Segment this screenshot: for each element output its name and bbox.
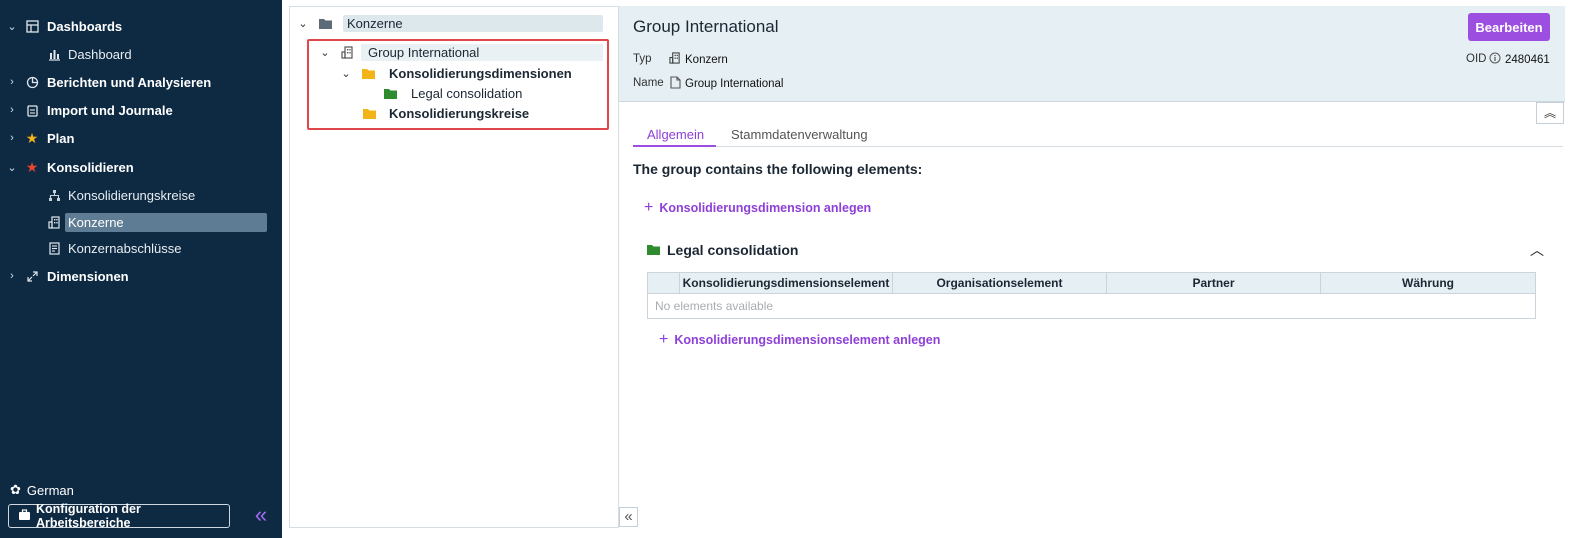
plus-icon: +	[659, 331, 669, 348]
collapse-sidebar-button[interactable]: «	[250, 504, 272, 528]
tab-allgemein[interactable]: Allgemein	[647, 127, 704, 142]
section-heading: The group contains the following element…	[633, 161, 923, 177]
grid-icon	[24, 18, 40, 34]
chevron-up-icon[interactable]: ︿	[1530, 240, 1544, 260]
chevron-right-icon: ›	[10, 104, 14, 116]
name-label: Name	[633, 77, 664, 89]
sidebar-item-label: Dashboards	[47, 18, 123, 34]
sidebar-item-label: Import und Journale	[47, 102, 173, 118]
building-icon	[669, 52, 681, 67]
sidebar-item-konsolidieren[interactable]: ⌄ ★ Konsolidieren	[0, 155, 282, 179]
sidebar-item-label: Konsolidieren	[47, 159, 134, 175]
language-label: German	[26, 482, 74, 498]
sidebar-item-dashboards[interactable]: ⌄ Dashboards	[0, 14, 282, 38]
chevron-down-icon: ⌄	[7, 161, 17, 174]
tree-node-label: Konzerne	[347, 15, 403, 31]
oid-label: OID	[1466, 53, 1487, 65]
add-dimension-label: Konsolidierungsdimension anlegen	[659, 201, 872, 215]
sidebar-item-label: Dimensionen	[47, 268, 129, 284]
chevron-down-icon: ⌄	[7, 20, 17, 33]
add-element-link[interactable]: + Konsolidierungsdimensionselement anleg…	[659, 331, 940, 349]
sidebar-item-plan[interactable]: › ★ Plan	[0, 126, 282, 150]
expand-arrows-icon	[24, 268, 40, 284]
table-header[interactable]: Organisationselement	[892, 272, 1107, 294]
clipboard-icon	[24, 102, 40, 118]
sidebar-item-label: Konsolidierungskreise	[68, 187, 196, 203]
active-tab-indicator	[633, 145, 716, 147]
sidebar-item-dimensionen[interactable]: › Dimensionen	[0, 264, 282, 288]
sidebar-item-label: Dashboard	[68, 46, 132, 62]
sidebar-item-label: Konzernabschlüsse	[68, 240, 182, 256]
workspace-config-button[interactable]: Konfiguration der Arbeitsbereiche	[8, 502, 230, 530]
folder-icon	[647, 242, 660, 258]
plus-icon: +	[644, 199, 654, 216]
tab-stammdatenverwaltung[interactable]: Stammdatenverwaltung	[731, 127, 868, 142]
dimension-group-title: Legal consolidation	[667, 242, 799, 258]
briefcase-icon	[18, 508, 31, 524]
annotation-highlight-box	[307, 39, 609, 130]
sidebar-item-konsolidierungskreise[interactable]: Konsolidierungskreise	[0, 183, 282, 207]
star-icon: ★	[25, 129, 39, 146]
type-label: Typ	[633, 53, 652, 65]
table-row: No elements available	[648, 294, 1536, 319]
add-dimension-link[interactable]: + Konsolidierungsdimension anlegen	[644, 199, 871, 217]
sidebar-item-konzerne[interactable]: Konzerne	[0, 210, 282, 234]
chevron-right-icon: ›	[10, 132, 14, 144]
edit-button[interactable]: Bearbeiten	[1468, 13, 1550, 41]
sidebar-item-label: Berichten und Analysieren	[47, 74, 212, 90]
info-icon[interactable]	[1489, 52, 1501, 67]
type-value: Konzern	[669, 52, 728, 67]
collapse-tree-button[interactable]: «	[619, 507, 638, 527]
sidebar-item-berichten[interactable]: › Berichten und Analysieren	[0, 70, 282, 94]
table-empty-message: No elements available	[655, 299, 774, 313]
bar-chart-icon	[46, 46, 62, 62]
chevron-right-icon: ›	[10, 76, 14, 88]
folder-icon	[317, 15, 333, 31]
settings-gear-icon: ✿	[10, 482, 21, 497]
table-header[interactable]: Konsolidierungsdimensionselement	[679, 272, 893, 294]
pie-chart-icon	[24, 74, 40, 90]
name-value: Group International	[670, 76, 783, 92]
building-icon	[46, 214, 62, 230]
table-header[interactable]: Währung	[1320, 272, 1536, 294]
table-header-select	[647, 272, 680, 294]
chevron-right-icon: ›	[10, 270, 14, 282]
oid-value-text: 2480461	[1505, 53, 1550, 66]
language-selector[interactable]: ✿ German	[10, 482, 74, 498]
sidebar-item-label: Konzerne	[68, 214, 124, 230]
dimension-group-header[interactable]: Legal consolidation	[647, 242, 798, 258]
sidebar-item-import[interactable]: › Import und Journale	[0, 98, 282, 122]
chevron-down-icon[interactable]: ⌄	[297, 17, 309, 30]
collapse-header-button[interactable]: ︽	[1536, 102, 1564, 124]
table-header-row: Konsolidierungsdimensionselement Organis…	[647, 272, 1536, 294]
name-value-text: Group International	[685, 78, 784, 90]
sidebar: ⌄ Dashboards Dashboard › Berichten und A…	[0, 0, 282, 538]
type-value-text: Konzern	[685, 53, 728, 66]
star-icon: ★	[25, 158, 39, 175]
tree-node-konzerne[interactable]: ⌄ Konzerne	[297, 13, 604, 33]
elements-table: Konsolidierungsdimensionselement Organis…	[647, 272, 1536, 319]
hierarchy-icon	[46, 187, 62, 203]
tab-bar: Allgemein Stammdatenverwaltung	[633, 124, 1563, 147]
oid-value: 2480461	[1489, 52, 1550, 67]
document-icon	[670, 76, 681, 92]
sidebar-item-label: Plan	[47, 130, 75, 146]
page-title: Group International	[633, 17, 779, 36]
sidebar-item-dashboard[interactable]: Dashboard	[0, 42, 282, 66]
workspace-config-label: Konfiguration der Arbeitsbereiche	[36, 502, 141, 530]
document-list-icon	[46, 240, 62, 256]
chevron-double-up-icon: ︽	[1543, 106, 1556, 120]
add-element-label: Konsolidierungsdimensionselement anlegen	[674, 333, 941, 347]
table-header[interactable]: Partner	[1106, 272, 1321, 294]
sidebar-item-konzernabschluesse[interactable]: Konzernabschlüsse	[0, 236, 282, 260]
